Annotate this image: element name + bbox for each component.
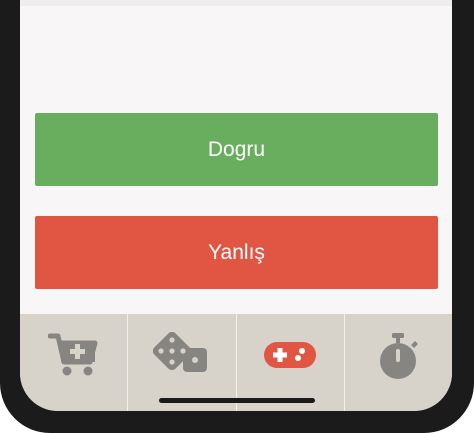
- tab-timer[interactable]: [345, 314, 452, 411]
- phone-frame: Dogru Yanlış: [0, 0, 474, 433]
- gamepad-icon: [264, 342, 317, 368]
- cart-plus-icon: [47, 333, 98, 376]
- app-screen: Dogru Yanlış: [20, 0, 452, 411]
- home-indicator: [159, 398, 315, 403]
- bottom-tab-bar: [20, 314, 452, 411]
- tab-shop[interactable]: [20, 314, 129, 411]
- dice-icon: [152, 332, 207, 372]
- stopwatch-icon: [380, 333, 419, 379]
- true-answer-button[interactable]: Dogru: [35, 113, 438, 186]
- false-answer-button[interactable]: Yanlış: [35, 216, 438, 289]
- tab-dice[interactable]: [128, 314, 237, 411]
- tab-game[interactable]: [237, 314, 345, 411]
- top-strip: [20, 0, 452, 6]
